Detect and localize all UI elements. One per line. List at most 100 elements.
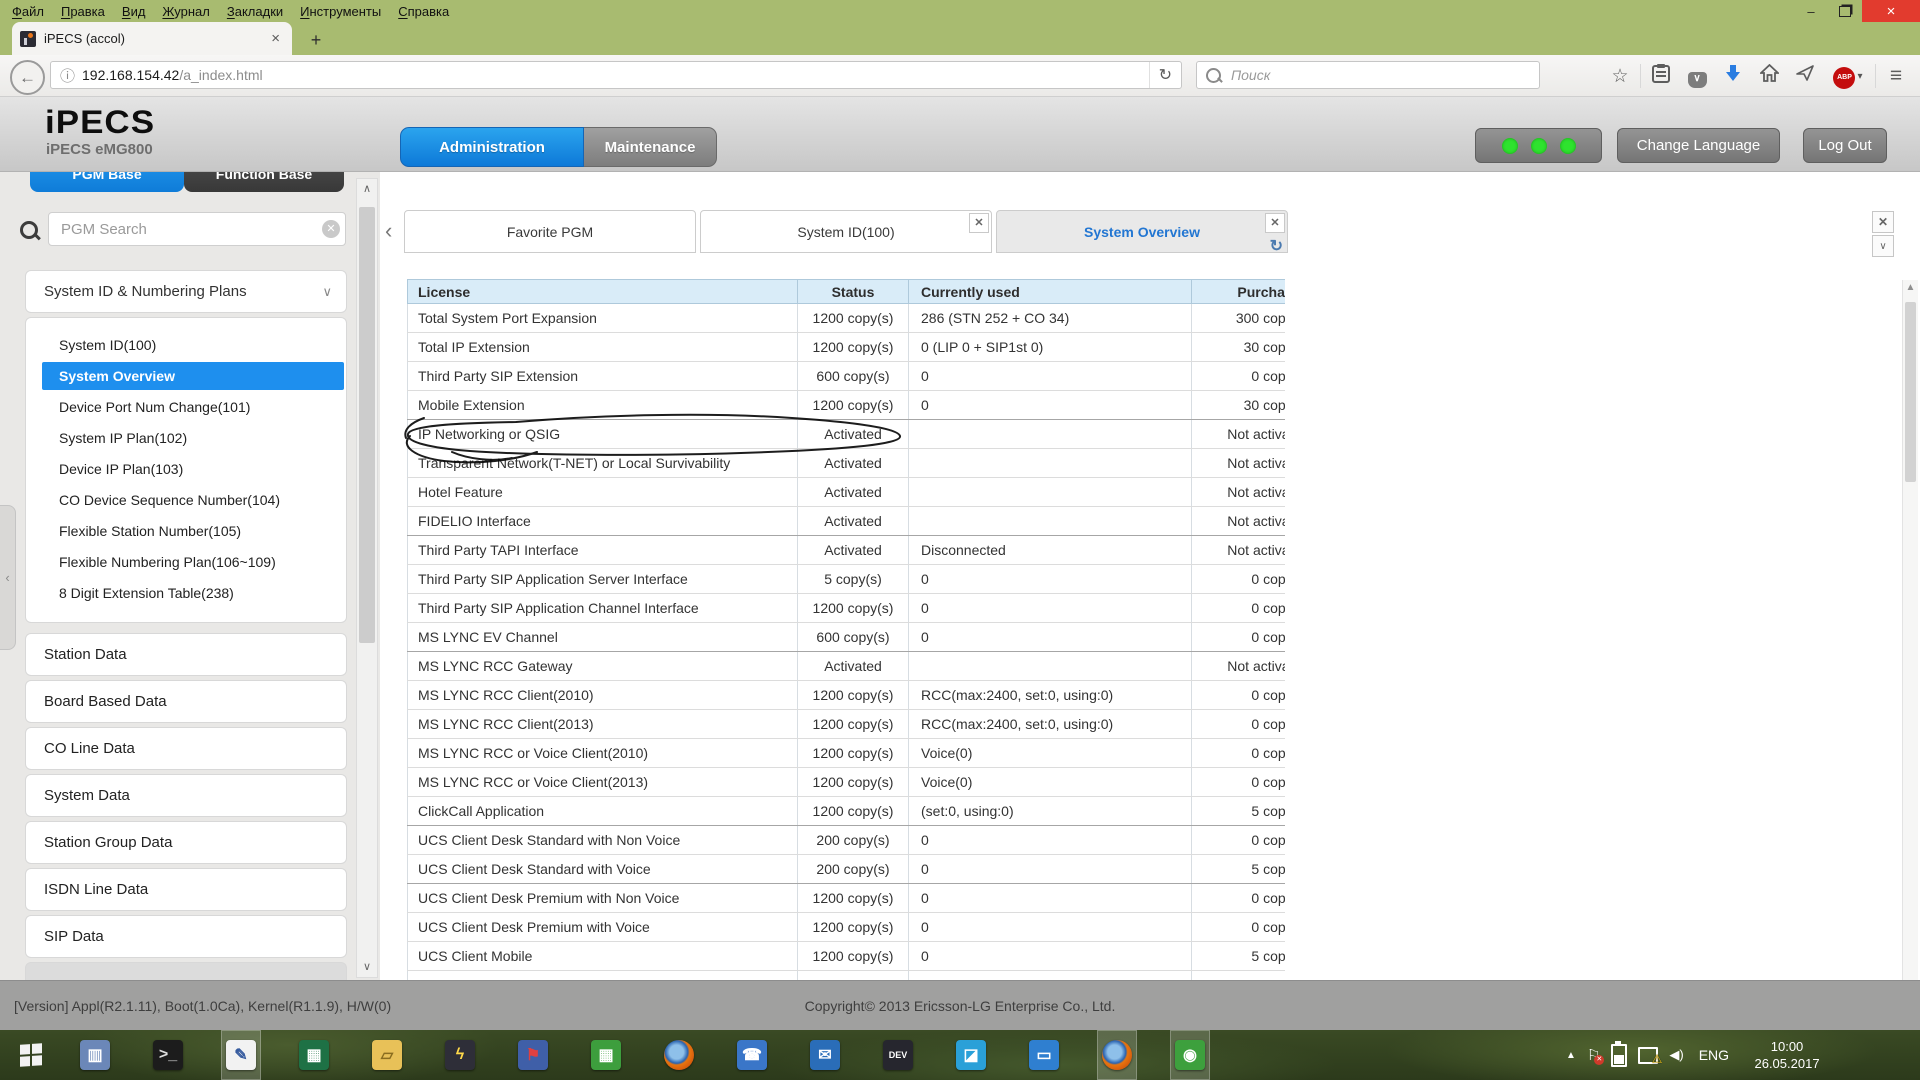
taskbar-app-paint-flag[interactable]: ⚑: [513, 1030, 553, 1080]
sidebar-collapse-handle[interactable]: ‹: [0, 505, 16, 650]
clock[interactable]: 10:00 26.05.2017: [1741, 1038, 1833, 1072]
menu-item[interactable]: Журнал: [156, 2, 220, 21]
sidebar-section[interactable]: Board Based Data: [25, 680, 347, 723]
bookmarks-icon[interactable]: [1643, 64, 1679, 89]
tab-favorite-pgm[interactable]: Favorite PGM: [404, 210, 696, 253]
menu-item[interactable]: Справка: [392, 2, 460, 21]
pocket-icon[interactable]: ∨: [1679, 65, 1715, 88]
tab-close-icon[interactable]: ✕: [969, 213, 989, 233]
restore-button[interactable]: [1828, 0, 1862, 22]
sidebar-item[interactable]: Device Port Num Change(101): [26, 392, 346, 423]
logout-button[interactable]: Log Out: [1803, 128, 1887, 163]
content-scrollbar[interactable]: ▲: [1902, 280, 1918, 980]
table-row: MS LYNC RCC Client(2010)1200 copy(s)RCC(…: [408, 681, 1286, 710]
maintenance-button[interactable]: Maintenance: [584, 127, 717, 167]
home-icon[interactable]: [1751, 64, 1787, 88]
clear-search-icon[interactable]: ✕: [322, 220, 340, 238]
star-icon[interactable]: ☆: [1602, 65, 1638, 88]
battery-icon[interactable]: [1611, 1044, 1627, 1067]
panel-dropdown-icon[interactable]: ∨: [1872, 235, 1894, 257]
taskbar-app-excel[interactable]: ▦: [294, 1030, 334, 1080]
tab-scroll-left-icon[interactable]: ‹: [385, 218, 392, 244]
sidebar-scrollbar[interactable]: ∧ ∨: [356, 178, 378, 978]
taskbar-app-green-tool[interactable]: ◉: [1170, 1030, 1210, 1080]
network-warning-icon[interactable]: ⚠: [1638, 1047, 1658, 1064]
paint-flag-icon: ⚑: [518, 1040, 548, 1070]
administration-button[interactable]: Administration: [400, 127, 584, 167]
taskbar-app-dev-cpp[interactable]: DEV: [878, 1030, 918, 1080]
url-bar[interactable]: ⓘ 192.168.154.42/a_index.html ↻: [50, 61, 1182, 89]
menu-item[interactable]: Файл: [6, 2, 55, 21]
download-icon[interactable]: [1715, 65, 1751, 87]
taskbar-app-folder[interactable]: ▱: [367, 1030, 407, 1080]
taskbar-app-calculator[interactable]: ▦: [586, 1030, 626, 1080]
action-center-flag-icon[interactable]: ⚐✕: [1587, 1046, 1600, 1064]
new-tab-button[interactable]: +: [300, 28, 332, 52]
taskbar-app-terminal[interactable]: >_: [148, 1030, 188, 1080]
table-cell: (set:0, using:0): [909, 797, 1192, 826]
reload-icon[interactable]: ↻: [1149, 62, 1181, 88]
function-base-tab[interactable]: Function Base: [184, 172, 344, 192]
volume-icon[interactable]: ◀): [1669, 1047, 1683, 1063]
panel-close-icon[interactable]: ✕: [1872, 211, 1894, 233]
sidebar-section[interactable]: SIP Data: [25, 915, 347, 958]
taskbar-app-firefox-active[interactable]: [1097, 1030, 1137, 1080]
table-row: IP Attendant for Office5 copy(s)00 copy(…: [408, 971, 1286, 981]
start-button[interactable]: [0, 1030, 62, 1080]
sidebar-section[interactable]: CO Line Data: [25, 727, 347, 770]
sidebar-item[interactable]: CO Device Sequence Number(104): [26, 485, 346, 516]
hidden-icons-arrow-icon[interactable]: ▲: [1566, 1050, 1576, 1061]
close-button[interactable]: ×: [1862, 0, 1920, 22]
sidebar-item[interactable]: Flexible Numbering Plan(106~109): [26, 547, 346, 578]
tab-close-icon[interactable]: ×: [267, 30, 284, 47]
change-language-button[interactable]: Change Language: [1617, 128, 1780, 163]
scroll-up-icon[interactable]: ▲: [1903, 282, 1918, 293]
status-indicator-button[interactable]: [1475, 128, 1602, 163]
sidebar-section[interactable]: Station Data: [25, 633, 347, 676]
tab-system-overview[interactable]: System Overview ✕ ↻: [996, 210, 1288, 253]
sidebar-item[interactable]: System ID(100): [26, 330, 346, 361]
table-cell: UCS Client Mobile: [408, 942, 798, 971]
menu-item[interactable]: Закладки: [221, 2, 294, 21]
sidebar-item-selected[interactable]: System Overview: [42, 362, 344, 390]
pgm-base-tab[interactable]: PGM Base: [30, 172, 184, 192]
sidebar-section[interactable]: ISDN Line Data: [25, 868, 347, 911]
send-icon[interactable]: [1787, 65, 1823, 87]
sidebar-section[interactable]: Station Group Data: [25, 821, 347, 864]
refresh-icon[interactable]: ↻: [1270, 236, 1283, 256]
taskbar-app-remote-desktop[interactable]: ▭: [1024, 1030, 1064, 1080]
taskbar-app-image-viewer[interactable]: ◪: [951, 1030, 991, 1080]
sidebar-item[interactable]: Flexible Station Number(105): [26, 516, 346, 547]
info-icon[interactable]: ⓘ: [51, 65, 82, 86]
sidebar-item[interactable]: 8 Digit Extension Table(238): [26, 578, 346, 609]
sidebar-partial-section[interactable]: [25, 962, 347, 980]
accordion-system-id-numbering-plans[interactable]: System ID & Numbering Plans ∨: [25, 270, 347, 313]
menu-item[interactable]: Вид: [116, 2, 157, 21]
taskbar-app-thunderbird[interactable]: ✉: [805, 1030, 845, 1080]
abp-icon[interactable]: ABP▾: [1823, 63, 1873, 89]
tab-close-icon[interactable]: ✕: [1265, 213, 1285, 233]
language-indicator[interactable]: ENG: [1699, 1047, 1729, 1063]
sidebar-section[interactable]: System Data: [25, 774, 347, 817]
content-scroll-thumb[interactable]: [1905, 302, 1916, 482]
taskbar-app-notepad[interactable]: ✎: [221, 1030, 261, 1080]
scroll-up-icon[interactable]: ∧: [357, 179, 377, 199]
taskbar-app-computer[interactable]: ▥: [75, 1030, 115, 1080]
search-bar[interactable]: [1196, 61, 1540, 89]
menu-icon[interactable]: ≡: [1878, 64, 1914, 88]
sidebar-scroll-thumb[interactable]: [359, 207, 375, 643]
taskbar-app-phone-tool[interactable]: ☎: [732, 1030, 772, 1080]
minimize-button[interactable]: –: [1794, 0, 1828, 22]
menu-item[interactable]: Правка: [55, 2, 116, 21]
taskbar-app-putty[interactable]: ϟ: [440, 1030, 480, 1080]
scroll-down-icon[interactable]: ∨: [357, 957, 377, 977]
menu-item[interactable]: Инструменты: [294, 2, 392, 21]
sidebar-item[interactable]: Device IP Plan(103): [26, 454, 346, 485]
tab-system-id[interactable]: System ID(100) ✕: [700, 210, 992, 253]
browser-tab[interactable]: iPECS (accol) ×: [12, 22, 292, 55]
search-input[interactable]: [1229, 66, 1539, 84]
sidebar-item[interactable]: System IP Plan(102): [26, 423, 346, 454]
pgm-search-input[interactable]: [48, 212, 346, 246]
taskbar-app-firefox[interactable]: [659, 1030, 699, 1080]
back-icon[interactable]: ←: [10, 60, 45, 95]
